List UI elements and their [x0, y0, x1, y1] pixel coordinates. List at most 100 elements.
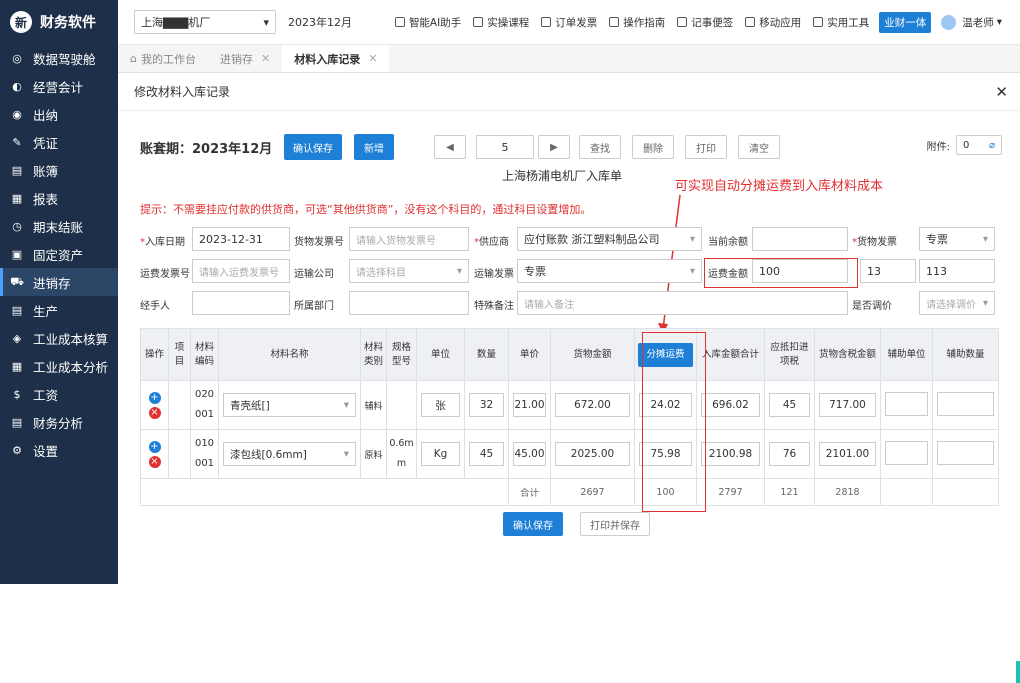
sidebar-item-8[interactable]: ⛟ 进销存 [0, 268, 118, 296]
top-tool-5[interactable]: 移动应用 [745, 15, 801, 30]
freight-total-input[interactable]: 113 [919, 259, 995, 283]
material-name-select[interactable]: 漆包线[0.6mm] ▾ [223, 442, 356, 466]
freight-tax-input[interactable]: 13 [860, 259, 916, 283]
cell-input[interactable]: 2025.00 [555, 442, 630, 466]
cell-input[interactable]: 张 [421, 393, 460, 417]
sidebar-item-12[interactable]: $ 工资 [0, 380, 118, 408]
company-select[interactable]: 上海▇▇▇机厂 ▾ [134, 10, 276, 34]
tab-0[interactable]: ⌂ 我的工作台 [118, 45, 208, 72]
top-tool-6[interactable]: 实用工具 [813, 15, 869, 30]
date-input[interactable]: 2023-12-31 [192, 227, 290, 251]
add-row-icon[interactable]: + [148, 391, 161, 404]
balance-input[interactable] [752, 227, 848, 251]
aux-qty-input[interactable] [937, 440, 994, 465]
add-row-icon[interactable]: + [148, 440, 161, 453]
sidebar-item-14[interactable]: ⚙ 设置 [0, 436, 118, 464]
aux-qty-input[interactable] [937, 391, 994, 416]
freight-highlight-box [704, 258, 858, 288]
sidebar-item-5[interactable]: ▦ 报表 [0, 184, 118, 212]
sidebar-item-7[interactable]: ▣ 固定资产 [0, 240, 118, 268]
cell-input[interactable]: 45 [769, 393, 810, 417]
total-cell: 2100.98 [696, 429, 765, 479]
cell-input[interactable]: 45 [469, 442, 504, 466]
integration-badge[interactable]: 业财一体 [879, 11, 932, 33]
cell-input[interactable]: 45.00 [513, 442, 546, 466]
cell-input[interactable]: 21.00 [513, 393, 546, 417]
sidebar-item-1[interactable]: ◐ 经营会计 [0, 72, 118, 100]
material-grid: 操作 项目 材料编码 材料名称 材料类别 规格型号 单位 数量 单价 货物金额 分摊运费 入库金额合计… [140, 328, 999, 512]
search-button[interactable]: 查找 [579, 135, 621, 159]
top-tool-1[interactable]: 实操课程 [473, 15, 529, 30]
sidebar-item-4[interactable]: ▤ 账簿 [0, 156, 118, 184]
top-tool-3[interactable]: 操作指南 [609, 15, 665, 30]
freight-company-select[interactable]: 请选择科目 [349, 259, 469, 283]
add-new-button[interactable]: 新增 [354, 134, 394, 160]
handler-input[interactable] [192, 291, 290, 315]
close-tab-icon[interactable]: ✕ [368, 52, 377, 65]
adjust-label: 是否调价 [852, 301, 892, 312]
goods-invoice-select[interactable]: 专票 [919, 227, 995, 251]
sidebar-item-3[interactable]: ✎ 凭证 [0, 128, 118, 156]
tax-cell: 45 [764, 380, 815, 430]
dept-input[interactable] [349, 291, 469, 315]
print-button[interactable]: 打印 [685, 135, 727, 159]
aux-unit-cell [880, 380, 933, 430]
invoice-no-input[interactable]: 请输入货物发票号 [349, 227, 469, 251]
delete-row-icon[interactable]: × [148, 406, 161, 419]
sidebar-item-label: 数据驾驶舱 [33, 51, 96, 67]
cell-input[interactable]: 672.00 [555, 393, 630, 417]
material-name-select[interactable]: 青壳纸[] ▾ [223, 393, 356, 417]
sidebar-item-6[interactable]: ◷ 期末结账 [0, 212, 118, 240]
top-tool-0[interactable]: 智能AI助手 [394, 15, 461, 30]
adjust-select[interactable]: 请选择调价 [919, 291, 995, 315]
summary-aux-qty [932, 478, 999, 506]
project-cell[interactable] [168, 380, 191, 430]
aux-unit-input[interactable] [885, 391, 928, 416]
tool-label: 操作指南 [623, 16, 666, 29]
project-cell[interactable] [168, 429, 191, 479]
cell-input[interactable]: 696.02 [701, 393, 760, 417]
cell-input[interactable]: 76 [769, 442, 810, 466]
sidebar-item-11[interactable]: ▦ 工业成本分析 [0, 352, 118, 380]
remark-input[interactable]: 请输入备注 [517, 291, 848, 315]
cell-input[interactable]: 32 [469, 393, 504, 417]
confirm-save-button[interactable]: 确认保存 [284, 134, 342, 160]
bottom-confirm-save-button[interactable]: 确认保存 [503, 512, 563, 536]
clear-button[interactable]: 清空 [738, 135, 780, 159]
cell-input[interactable]: Kg [421, 442, 460, 466]
sidebar-item-0[interactable]: ◎ 数据驾驶舱 [0, 44, 118, 72]
sidebar-item-2[interactable]: ◉ 出纳 [0, 100, 118, 128]
next-page-button[interactable]: ▶ [538, 135, 570, 159]
close-icon[interactable]: ✕ [995, 83, 1008, 101]
prev-page-button[interactable]: ◀ [434, 135, 466, 159]
cell-input[interactable]: 2101.00 [819, 442, 876, 466]
sidebar-item-9[interactable]: ▤ 生产 [0, 296, 118, 324]
user-menu[interactable]: 温老师 ▾ [941, 14, 1002, 30]
tab-2[interactable]: 材料入库记录 ✕ [282, 45, 390, 72]
freight-invoice-no-input[interactable]: 请输入运费发票号 [192, 259, 290, 283]
sidebar-item-13[interactable]: ▤ 财务分析 [0, 408, 118, 436]
freight-invoice-select[interactable]: 专票 [517, 259, 702, 283]
print-save-button[interactable]: 打印并保存 [580, 512, 650, 536]
tab-1[interactable]: 进销存 ✕ [208, 45, 282, 72]
delete-row-icon[interactable]: × [148, 455, 161, 468]
summary-row: 合计 2697 100 2797 121 2818 [140, 478, 999, 506]
cell-input[interactable]: 2100.98 [701, 442, 760, 466]
scroll-indicator[interactable] [1016, 661, 1020, 683]
top-tool-4[interactable]: 记事便签 [677, 15, 733, 30]
aux-unit-input[interactable] [885, 440, 928, 465]
sidebar-item-label: 凭证 [33, 135, 59, 151]
attachment-count[interactable]: 0 ⌀ [956, 135, 1002, 155]
top-tool-2[interactable]: 订单发票 [541, 15, 597, 30]
delete-button[interactable]: 删除 [632, 135, 674, 159]
cell-input[interactable]: 717.00 [819, 393, 876, 417]
tax-amount-cell: 2101.00 [814, 429, 881, 479]
supplier-select[interactable]: 应付账款 浙江塑料制品公司 [517, 227, 702, 251]
analysis-icon: ▦ [11, 359, 23, 373]
sidebar-item-10[interactable]: ◈ 工业成本核算 [0, 324, 118, 352]
summary-label: 合计 [508, 478, 551, 506]
close-tab-icon[interactable]: ✕ [261, 52, 270, 65]
app-logo[interactable]: 新 财务软件 [0, 0, 118, 44]
page-number-input[interactable]: 5 [476, 135, 534, 159]
chart-icon: ◐ [12, 79, 22, 93]
